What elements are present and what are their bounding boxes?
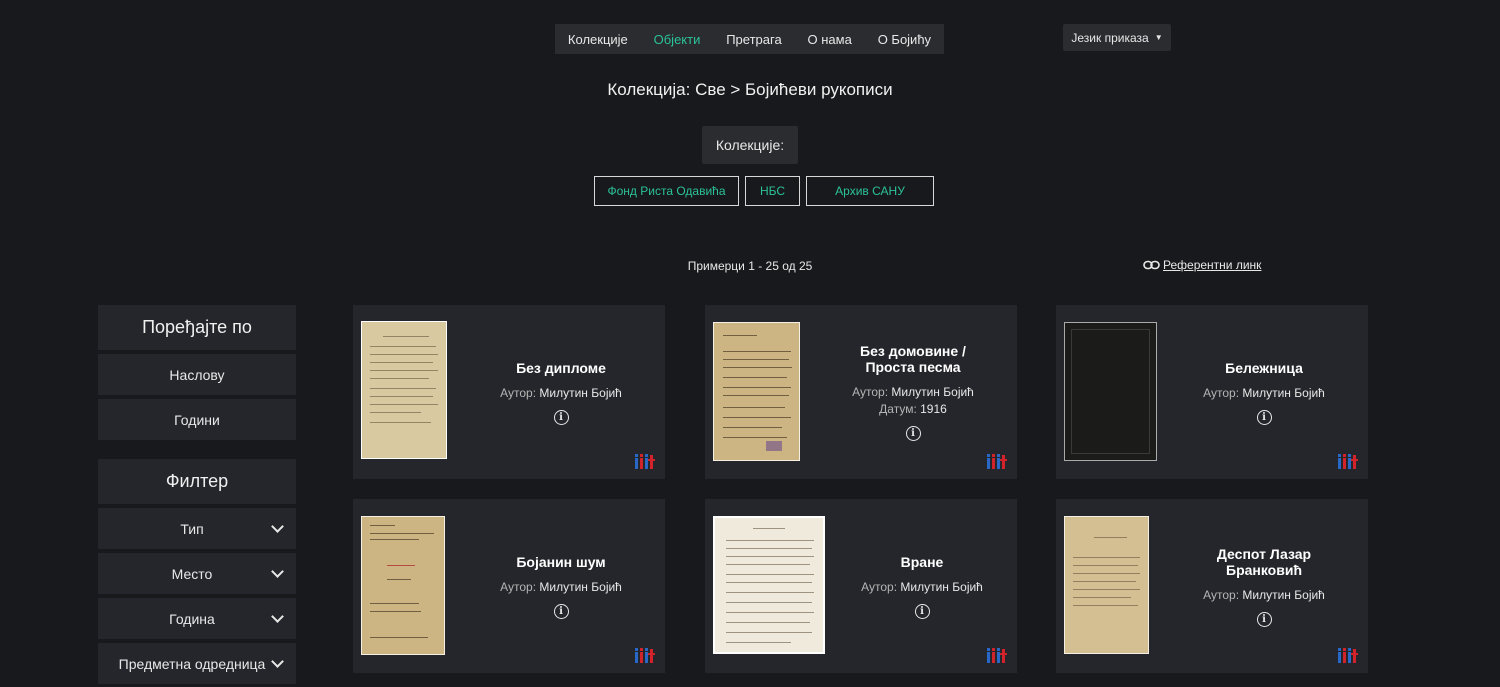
object-card[interactable]: Без дипломе Аутор: Милутин Бојић i [353, 305, 665, 479]
author-label: Аутор: [1203, 587, 1240, 602]
info-icon[interactable]: i [905, 426, 921, 441]
filter-type[interactable]: Тип [98, 508, 296, 549]
card-title[interactable]: Бојанин шум [516, 554, 605, 570]
info-icon[interactable]: i [1256, 611, 1272, 627]
manuscript-thumbnail[interactable] [361, 321, 447, 459]
manuscript-thumbnail[interactable] [713, 322, 800, 461]
author-name: Милутин Бојић [891, 385, 974, 399]
iiif-icon[interactable] [1338, 647, 1358, 663]
author-name: Милутин Бојић [1242, 587, 1325, 602]
notebook-thumbnail[interactable] [1064, 322, 1157, 461]
author-label: Аутор: [500, 579, 537, 594]
sort-by-title[interactable]: Наслову [98, 354, 296, 395]
iiif-icon[interactable] [987, 647, 1007, 663]
top-nav: Колекције Објекти Претрага О нама О Боји… [555, 24, 944, 54]
collection-button-odavic[interactable]: Фонд Риста Одавића [594, 176, 739, 206]
nav-objects[interactable]: Објекти [648, 32, 707, 47]
card-title[interactable]: Вране [901, 554, 944, 570]
manuscript-thumbnail[interactable] [1064, 516, 1149, 654]
object-card[interactable]: Вране Аутор: Милутин Бојић i [705, 499, 1017, 673]
collection-button-nbs[interactable]: НБС [745, 176, 800, 206]
object-card[interactable]: Бележница Аутор: Милутин Бојић i [1056, 305, 1368, 479]
author-label: Аутор: [861, 579, 898, 594]
chevron-down-icon [271, 610, 284, 623]
manuscript-thumbnail[interactable] [361, 516, 445, 655]
breadcrumb: Колекција: Све > Бојићеви рукописи [607, 80, 893, 99]
iiif-icon[interactable] [635, 453, 655, 469]
card-title[interactable]: Без дипломе [516, 360, 606, 376]
author-label: Аутор: [500, 385, 537, 400]
filter-type-label: Тип [180, 520, 204, 537]
chevron-down-icon [271, 520, 284, 533]
filter-year[interactable]: Година [98, 598, 296, 639]
filter-panel: Филтер Тип Место Година Предметна одредн… [98, 459, 296, 684]
language-dropdown-button[interactable]: Језик приказа ▼ [1063, 24, 1171, 51]
caret-down-icon: ▼ [1154, 33, 1163, 42]
object-card[interactable]: Бојанин шум Аутор: Милутин Бојић i [353, 499, 665, 673]
author-name: Милутин Бојић [539, 579, 622, 594]
sort-panel: Поређајте по Наслову Години [98, 305, 296, 440]
chevron-down-icon [271, 565, 284, 578]
link-icon [1143, 260, 1160, 270]
results-count: Примерци 1 - 25 од 25 [687, 259, 813, 273]
object-card[interactable]: Деспот Лазар Бранковић Аутор: Милутин Бо… [1056, 499, 1368, 673]
iiif-icon[interactable] [987, 453, 1007, 469]
author-name: Милутин Бојић [539, 385, 622, 400]
nav-about-bojic[interactable]: О Бојићу [872, 32, 937, 47]
filter-year-label: Година [169, 610, 215, 627]
reference-link-label: Референтни линк [1163, 258, 1262, 272]
iiif-icon[interactable] [635, 647, 655, 663]
reference-link[interactable]: Референтни линк [1143, 258, 1261, 272]
author-label: Аутор: [1203, 385, 1240, 400]
chevron-down-icon [271, 655, 284, 668]
date-label: Датум: [879, 402, 917, 416]
sort-by-year[interactable]: Години [98, 399, 296, 440]
object-card[interactable]: Без домовине / Проста песма Аутор: Милут… [705, 305, 1017, 479]
author-label: Аутор: [852, 385, 889, 399]
nav-collections[interactable]: Колекције [562, 32, 634, 47]
sort-heading: Поређајте по [98, 305, 296, 350]
filter-place[interactable]: Место [98, 553, 296, 594]
collection-buttons: Фонд Риста Одавића НБС Архив САНУ [594, 176, 934, 206]
card-title[interactable]: Деспот Лазар Бранковић [1209, 546, 1319, 578]
collection-button-sanu[interactable]: Архив САНУ [806, 176, 934, 206]
filter-place-label: Место [171, 565, 213, 582]
manuscript-thumbnail[interactable] [713, 516, 825, 654]
filter-heading: Филтер [98, 459, 296, 504]
author-name: Милутин Бојић [1242, 385, 1325, 400]
info-icon[interactable]: i [553, 409, 569, 425]
language-button-label: Језик приказа [1071, 30, 1149, 45]
nav-about-us[interactable]: О нама [802, 32, 858, 47]
iiif-icon[interactable] [1338, 453, 1358, 469]
date-value: 1916 [920, 402, 947, 416]
card-title[interactable]: Бележница [1225, 360, 1303, 376]
info-icon[interactable]: i [553, 603, 569, 619]
filter-subject-label: Предметна одредница [118, 655, 266, 672]
filter-subject[interactable]: Предметна одредница [98, 643, 296, 684]
info-icon[interactable]: i [1256, 409, 1272, 425]
nav-search[interactable]: Претрага [720, 32, 787, 47]
collections-label: Колекције: [702, 126, 798, 164]
info-icon[interactable]: i [914, 603, 930, 619]
card-title[interactable]: Без домовине / Проста песма [848, 343, 978, 375]
author-name: Милутин Бојић [900, 579, 983, 594]
